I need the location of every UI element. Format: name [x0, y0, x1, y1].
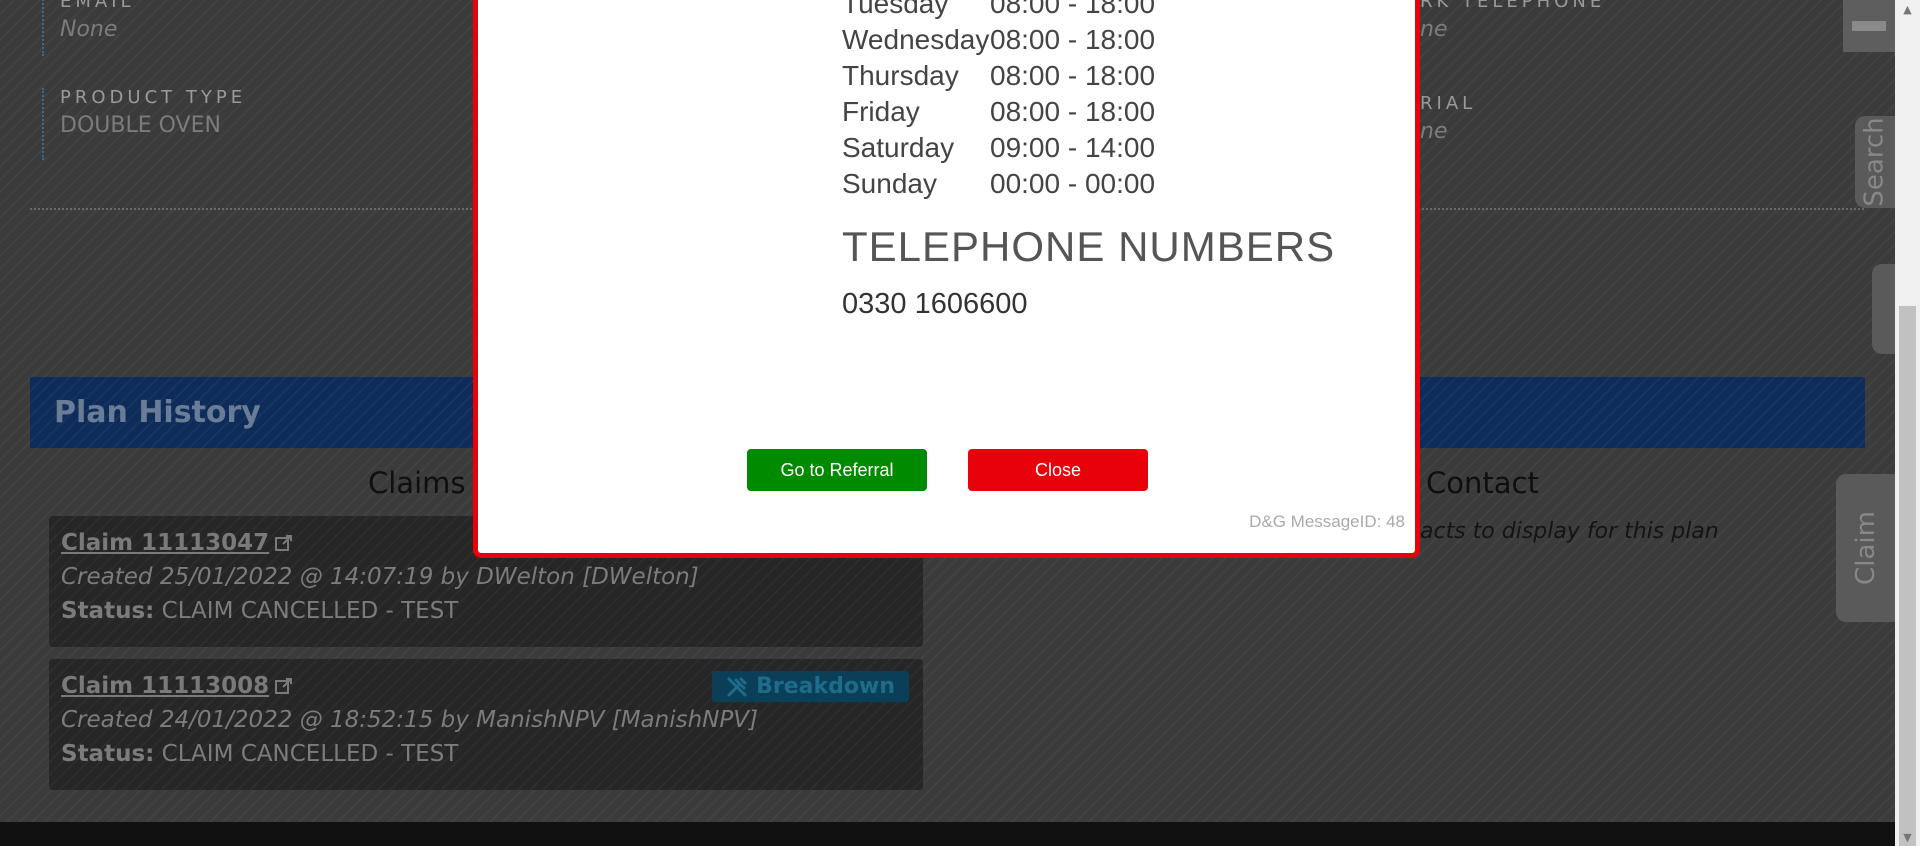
- search-tab[interactable]: Search: [1855, 116, 1895, 208]
- breakdown-badge-label: Breakdown: [756, 674, 895, 699]
- claim-created: Created 25/01/2022 @ 14:07:19 by DWelton…: [61, 564, 699, 590]
- plan-history-title: Plan History: [54, 395, 261, 430]
- claim-status-value: CLAIM CANCELLED - TEST: [154, 598, 459, 624]
- product-type-field: PRODUCT TYPE DOUBLE OVEN: [42, 88, 246, 160]
- hours-day: Wednesday: [842, 24, 990, 55]
- menu-toggle[interactable]: [1843, 0, 1895, 52]
- hours-day: Friday: [842, 96, 920, 127]
- claim-link[interactable]: Claim 11113008: [61, 673, 293, 699]
- tools-icon: [727, 677, 747, 696]
- side-tab-blank[interactable]: [1872, 264, 1895, 354]
- claim-status-value: CLAIM CANCELLED - TEST: [154, 741, 459, 767]
- hours-time: 08:00 - 18:00: [990, 60, 1156, 91]
- hours-day: Saturday: [842, 132, 955, 163]
- go-to-referral-button[interactable]: Go to Referral: [747, 449, 927, 491]
- hours-time: 08:00 - 18:00: [990, 0, 1156, 19]
- work-telephone-label: RK TELEPHONE: [1420, 0, 1606, 12]
- claim-status-label: Status:: [61, 598, 155, 624]
- external-link-icon: [275, 535, 293, 551]
- message-id: D&G MessageID: 48: [1249, 512, 1405, 531]
- claim-status: Status: CLAIM CANCELLED - TEST: [61, 741, 911, 767]
- product-type-label: PRODUCT TYPE: [60, 87, 247, 108]
- claim-link[interactable]: Claim 11113047: [61, 530, 293, 556]
- referral-modal: Tuesday 08:00 - 18:00 Wednesday 08:00 - …: [473, 0, 1420, 558]
- scroll-thumb[interactable]: [1899, 306, 1916, 846]
- hours-time: 08:00 - 18:00: [990, 96, 1156, 127]
- close-button[interactable]: Close: [968, 449, 1148, 491]
- hours-time: 08:00 - 18:00: [990, 24, 1156, 55]
- claim-link-text: Claim 11113008: [61, 673, 270, 699]
- claim-card: Claim 11113008 Created 24/01/2022 @ 18:5…: [49, 659, 923, 790]
- hours-time: 00:00 - 00:00: [990, 168, 1156, 199]
- hours-day: Thursday: [842, 60, 959, 91]
- telephone-numbers-heading: TELEPHONE NUMBERS: [842, 223, 1336, 270]
- contact-heading: Contact: [1426, 466, 1539, 500]
- serial-value: ne: [1420, 119, 1448, 144]
- hours-time: 09:00 - 14:00: [990, 132, 1156, 163]
- scroll-up-arrow[interactable]: ▲: [1895, 0, 1920, 18]
- breakdown-badge: Breakdown: [712, 671, 909, 702]
- email-field: EMAIL None: [42, 0, 135, 56]
- product-type-value: DOUBLE OVEN: [60, 113, 221, 138]
- page-footer: [0, 822, 1895, 846]
- telephone-number: 0330 1606600: [842, 288, 1028, 320]
- vertical-scrollbar[interactable]: ▲ ▼: [1895, 0, 1920, 846]
- work-telephone-field: RK TELEPHONE ne: [1390, 0, 1605, 44]
- scroll-down-arrow[interactable]: ▼: [1895, 828, 1920, 846]
- email-label: EMAIL: [60, 0, 135, 12]
- claim-tab[interactable]: Claim: [1836, 474, 1895, 622]
- hamburger-icon: [1852, 21, 1886, 31]
- hours-day: Tuesday: [842, 0, 949, 19]
- email-value: None: [60, 17, 118, 42]
- claim-status-label: Status:: [61, 741, 155, 767]
- work-telephone-value: ne: [1420, 17, 1448, 42]
- external-link-icon: [275, 678, 293, 694]
- claim-created: Created 24/01/2022 @ 18:52:15 by ManishN…: [61, 707, 758, 733]
- claim-link-text: Claim 11113047: [61, 530, 270, 556]
- hours-day: Sunday: [842, 168, 937, 199]
- claim-tab-label: Claim: [1850, 511, 1881, 585]
- serial-label: RIAL: [1420, 93, 1477, 114]
- claim-status: Status: CLAIM CANCELLED - TEST: [61, 598, 911, 624]
- search-tab-label: Search: [1860, 117, 1891, 207]
- no-contacts-message: acts to display for this plan: [1420, 519, 1719, 544]
